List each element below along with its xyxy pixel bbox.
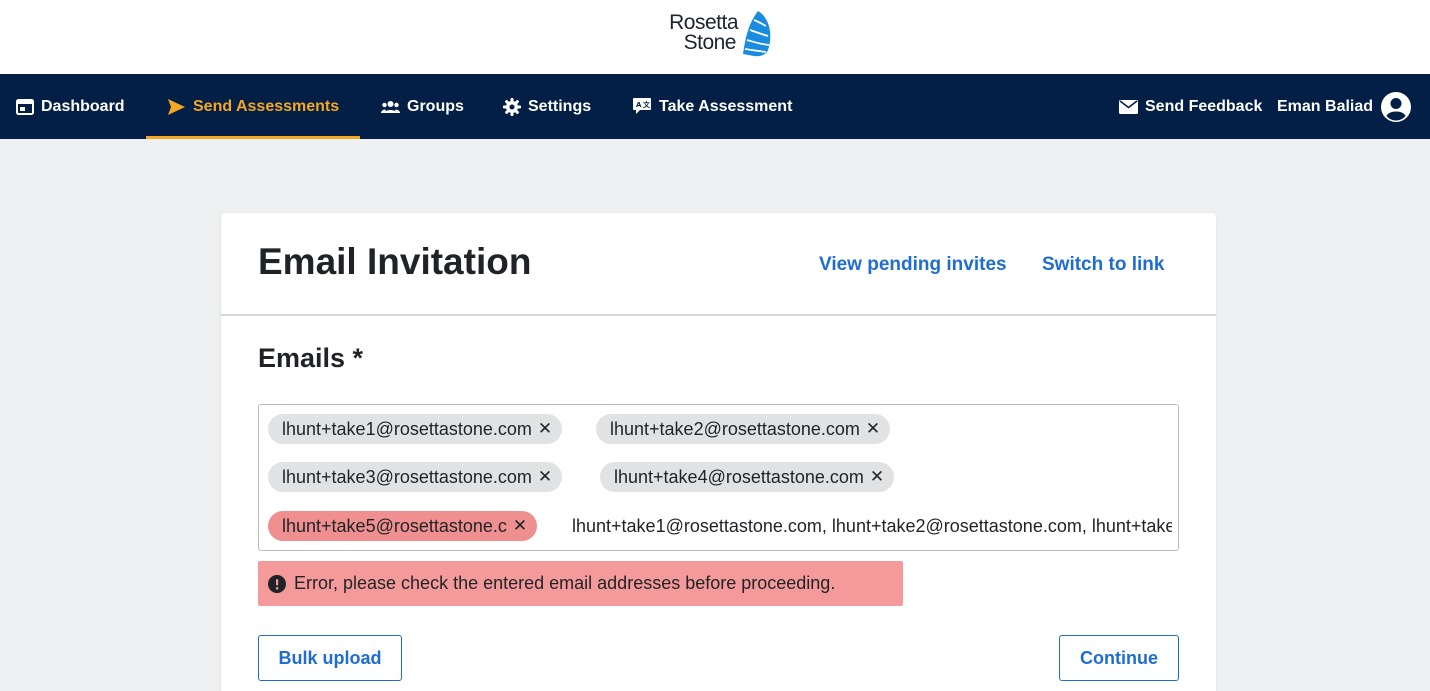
avatar-icon xyxy=(1381,91,1412,122)
page-title: Email Invitation xyxy=(258,241,532,282)
email-chip: lhunt+take1@rosettastone.com ✕ xyxy=(268,414,563,444)
email-chip: lhunt+take3@rosettastone.com ✕ xyxy=(268,462,563,492)
nav-send-assessments-label: Send Assessments xyxy=(193,97,340,115)
error-message-text: Error, please check the entered email ad… xyxy=(294,573,836,593)
view-pending-invites-link[interactable]: View pending invites xyxy=(819,254,1007,276)
user-menu[interactable]: Eman Baliad xyxy=(1277,74,1412,139)
translate-chat-icon: A文 xyxy=(632,97,652,116)
nav-send-assessments[interactable]: Send Assessments xyxy=(167,74,339,139)
bulk-upload-button[interactable]: Bulk upload xyxy=(258,635,402,681)
nav-groups[interactable]: Groups xyxy=(381,74,464,139)
remove-chip-icon[interactable]: ✕ xyxy=(870,467,884,487)
error-message-banner: Error, please check the entered email ad… xyxy=(258,561,903,606)
remove-chip-icon[interactable]: ✕ xyxy=(538,467,552,487)
top-navbar: Dashboard Send Assessments Groups Settin… xyxy=(0,74,1430,139)
email-chip-text: lhunt+take5@rosettastone.c xyxy=(282,515,507,536)
email-chip: lhunt+take2@rosettastone.com ✕ xyxy=(596,414,891,444)
nav-dashboard[interactable]: Dashboard xyxy=(16,74,125,139)
emails-field-label: Emails * xyxy=(258,343,364,373)
envelope-icon xyxy=(1119,99,1138,114)
logo-header: Rosetta Stone xyxy=(0,0,1430,74)
email-chip-text: lhunt+take2@rosettastone.com xyxy=(610,418,860,439)
email-invitation-card: Email Invitation View pending invites Sw… xyxy=(221,213,1216,691)
user-name: Eman Baliad xyxy=(1277,97,1374,115)
svg-text:A: A xyxy=(636,101,642,109)
active-tab-underline xyxy=(146,136,360,139)
email-text-input[interactable] xyxy=(572,512,1172,540)
dashboard-icon xyxy=(16,98,34,115)
svg-text:文: 文 xyxy=(643,100,651,109)
nav-take-assessment-label: Take Assessment xyxy=(659,97,793,115)
card-divider xyxy=(221,314,1216,316)
remove-chip-icon[interactable]: ✕ xyxy=(866,419,880,439)
logo-text: Rosetta Stone xyxy=(669,11,738,54)
send-feedback-label: Send Feedback xyxy=(1145,97,1263,115)
email-chip-invalid: lhunt+take5@rosettastone.c ✕ xyxy=(268,511,538,541)
nav-dashboard-label: Dashboard xyxy=(41,97,125,115)
rosetta-stone-logo[interactable]: Rosetta Stone xyxy=(658,10,778,60)
email-chip-input[interactable]: lhunt+take1@rosettastone.com ✕ lhunt+tak… xyxy=(258,404,1179,551)
gear-icon xyxy=(503,97,521,116)
remove-chip-icon[interactable]: ✕ xyxy=(538,419,552,439)
switch-to-link-link[interactable]: Switch to link xyxy=(1042,254,1164,276)
nav-settings-label: Settings xyxy=(528,97,592,115)
remove-chip-icon[interactable]: ✕ xyxy=(513,516,527,536)
send-icon xyxy=(167,98,186,116)
nav-take-assessment[interactable]: A文 Take Assessment xyxy=(632,74,792,139)
stone-icon xyxy=(743,11,771,57)
email-chip-text: lhunt+take1@rosettastone.com xyxy=(282,418,532,439)
groups-icon xyxy=(381,100,400,114)
nav-settings[interactable]: Settings xyxy=(503,74,591,139)
email-chip: lhunt+take4@rosettastone.com ✕ xyxy=(600,462,895,492)
continue-button[interactable]: Continue xyxy=(1059,635,1179,681)
email-chip-text: lhunt+take4@rosettastone.com xyxy=(614,466,864,487)
nav-groups-label: Groups xyxy=(407,97,464,115)
send-feedback-link[interactable]: Send Feedback xyxy=(1119,74,1262,139)
email-chip-text: lhunt+take3@rosettastone.com xyxy=(282,466,532,487)
exclamation-circle-icon xyxy=(268,574,286,593)
